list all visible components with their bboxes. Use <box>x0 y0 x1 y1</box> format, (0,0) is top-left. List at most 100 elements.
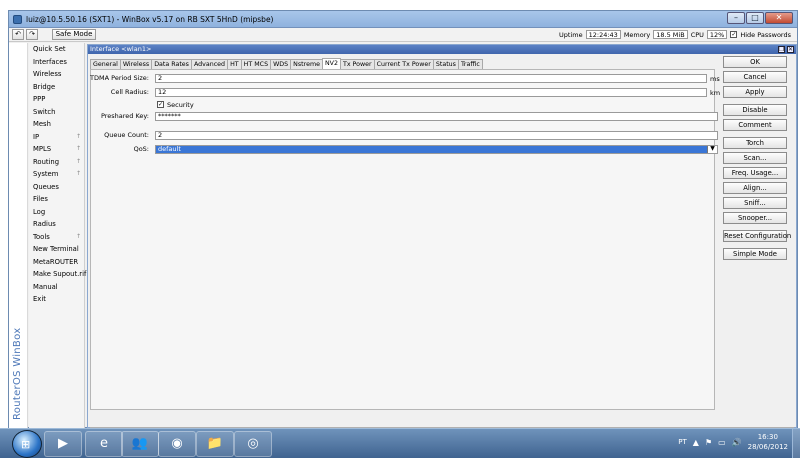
show-desktop-button[interactable] <box>792 429 800 459</box>
menu-item-ppp[interactable]: PPP <box>29 93 84 106</box>
menu-item-label: PPP <box>33 95 46 103</box>
tab-data-rates[interactable]: Data Rates <box>151 59 192 69</box>
maximize-button[interactable]: □ <box>746 12 764 24</box>
close-button[interactable]: ✕ <box>765 12 793 24</box>
menu-item-make-supout-rif[interactable]: Make Supout.rif <box>29 268 86 281</box>
window-title: luiz@10.5.50.16 (SXT1) - WinBox v5.17 on… <box>26 15 274 24</box>
freq-usage-button[interactable]: Freq. Usage... <box>723 167 787 179</box>
qos-select[interactable]: default ▼ <box>155 145 718 154</box>
menu-item-wireless[interactable]: Wireless <box>29 68 84 81</box>
tdma-period-label: TDMA Period Size: <box>90 74 149 82</box>
clock[interactable]: 16:30 28/06/2012 <box>748 432 788 452</box>
taskbar: ⊞ ▶ e 👥 ◉ 📁 ◎ PT ▲ ⚑ ▭ 🔊 16:30 28/06/2012 <box>0 428 800 459</box>
menu-item-manual[interactable]: Manual <box>29 281 84 294</box>
torch-button[interactable]: Torch <box>723 137 787 149</box>
system-tray: PT ▲ ⚑ ▭ 🔊 16:30 28/06/2012 <box>678 432 788 452</box>
menu-item-switch[interactable]: Switch <box>29 106 84 119</box>
network-icon[interactable]: ▭ <box>718 438 726 447</box>
ok-button[interactable]: OK <box>723 56 787 68</box>
menu-item-bridge[interactable]: Bridge <box>29 81 84 94</box>
winbox-window: luiz@10.5.50.16 (SXT1) - WinBox v5.17 on… <box>8 10 798 437</box>
menu-item-queues[interactable]: Queues <box>29 181 84 194</box>
menu-item-interfaces[interactable]: Interfaces <box>29 56 84 69</box>
submenu-arrow-icon: ↑ <box>75 157 81 165</box>
menu-item-label: System <box>33 170 59 178</box>
menu-item-new-terminal[interactable]: New Terminal <box>29 243 84 256</box>
disable-button[interactable]: Disable <box>723 104 787 116</box>
menu-item-metarouter[interactable]: MetaROUTER <box>29 256 84 269</box>
tab-general[interactable]: General <box>90 59 121 69</box>
cancel-button[interactable]: Cancel <box>723 71 787 83</box>
cpu-label: CPU <box>690 30 704 39</box>
dialog-title-bar[interactable]: Interface <wlan1> ❐ ✕ <box>88 45 796 54</box>
queue-count-input[interactable]: 2 <box>155 131 718 140</box>
menu-item-log[interactable]: Log <box>29 206 84 219</box>
safe-mode-button[interactable]: Safe Mode <box>52 29 96 40</box>
tab-tx-power[interactable]: Tx Power <box>339 59 375 69</box>
menu-item-label: Tools <box>33 232 50 241</box>
simple-mode-button[interactable]: Simple Mode <box>723 248 787 260</box>
tab-nv2[interactable]: NV2 <box>321 58 341 69</box>
submenu-arrow-icon: ↑ <box>75 132 81 140</box>
menu-item-radius[interactable]: Radius <box>29 218 84 231</box>
menu-item-label: Wireless <box>33 70 62 78</box>
security-checkbox[interactable]: ✓ <box>157 101 164 108</box>
menu-item-mpls[interactable]: MPLS ↑ <box>29 143 84 156</box>
tab-nstreme[interactable]: Nstreme <box>290 59 323 69</box>
qos-label: QoS: <box>133 145 149 153</box>
cell-radius-input[interactable]: 12 <box>155 88 707 97</box>
submenu-arrow-icon: ↑ <box>75 145 81 152</box>
show-hidden-icons-icon[interactable]: ▲ <box>693 438 699 447</box>
queue-count-label: Queue Count: <box>104 131 149 139</box>
menu-item-label: Manual <box>33 282 58 291</box>
menu-item-exit[interactable]: Exit <box>29 293 84 306</box>
minimize-button[interactable]: – <box>727 12 745 24</box>
winbox-icon[interactable]: ◎ <box>234 431 272 457</box>
brand-strip: RouterOS WinBox <box>9 43 28 428</box>
hide-passwords-checkbox[interactable]: ✓ <box>730 31 738 38</box>
tab-ht-mcs[interactable]: HT MCS <box>240 59 272 69</box>
tab-ht[interactable]: HT <box>227 59 242 69</box>
action-center-flag-icon[interactable]: ⚑ <box>705 438 712 447</box>
apply-button[interactable]: Apply <box>723 86 787 98</box>
menu-item-label: Routing <box>33 157 60 166</box>
menu-item-mesh[interactable]: Mesh <box>29 118 84 131</box>
sniff-button[interactable]: Sniff... <box>723 197 787 209</box>
menu-item-routing[interactable]: Routing ↑ <box>29 156 84 169</box>
menu-item-label: MPLS <box>33 145 52 153</box>
comment-button[interactable]: Comment <box>723 119 787 131</box>
tab-traffic[interactable]: Traffic <box>457 59 483 69</box>
language-indicator[interactable]: PT <box>678 438 687 446</box>
cell-radius-label: Cell Radius: <box>110 88 149 96</box>
scan-button[interactable]: Scan... <box>723 152 787 164</box>
file-explorer-icon[interactable]: 📁 <box>196 431 234 457</box>
volume-icon[interactable]: 🔊 <box>732 438 742 447</box>
redo-icon[interactable]: ↷ <box>26 29 38 40</box>
users-icon[interactable]: 👥 <box>121 431 159 457</box>
start-button[interactable]: ⊞ <box>12 430 42 458</box>
menu-item-files[interactable]: Files <box>29 193 84 206</box>
undo-icon[interactable]: ↶ <box>12 29 24 40</box>
align-button[interactable]: Align... <box>723 182 787 194</box>
chevron-down-icon[interactable]: ▼ <box>707 146 717 153</box>
tab-wireless[interactable]: Wireless <box>119 59 153 69</box>
title-bar[interactable]: luiz@10.5.50.16 (SXT1) - WinBox v5.17 on… <box>9 11 797 28</box>
tab-advanced[interactable]: Advanced <box>190 59 229 69</box>
internet-explorer-icon[interactable]: e <box>85 431 123 457</box>
menu-item-ip[interactable]: IP ↑ <box>29 131 84 144</box>
reset-configuration-button[interactable]: Reset Configuration <box>723 230 791 242</box>
menu-item-tools[interactable]: Tools ↑ <box>29 231 84 244</box>
media-player-icon[interactable]: ▶ <box>44 431 82 457</box>
restore-icon[interactable]: ❐ <box>778 46 785 53</box>
preshared-key-input[interactable]: ******* <box>155 112 718 121</box>
menu-item-system[interactable]: System ↑ <box>29 168 84 181</box>
tab-status[interactable]: Status <box>432 59 459 69</box>
menu-item-quick-set[interactable]: Quick Set <box>29 43 84 56</box>
uptime-label: Uptime <box>559 30 583 39</box>
firefox-icon[interactable]: ◉ <box>158 431 196 457</box>
tab-wds[interactable]: WDS <box>270 59 292 69</box>
dialog-close-icon[interactable]: ✕ <box>787 46 794 53</box>
tab-current-tx-power[interactable]: Current Tx Power <box>373 59 434 69</box>
snooper-button[interactable]: Snooper... <box>723 212 787 224</box>
tdma-period-input[interactable]: 2 <box>155 74 707 83</box>
